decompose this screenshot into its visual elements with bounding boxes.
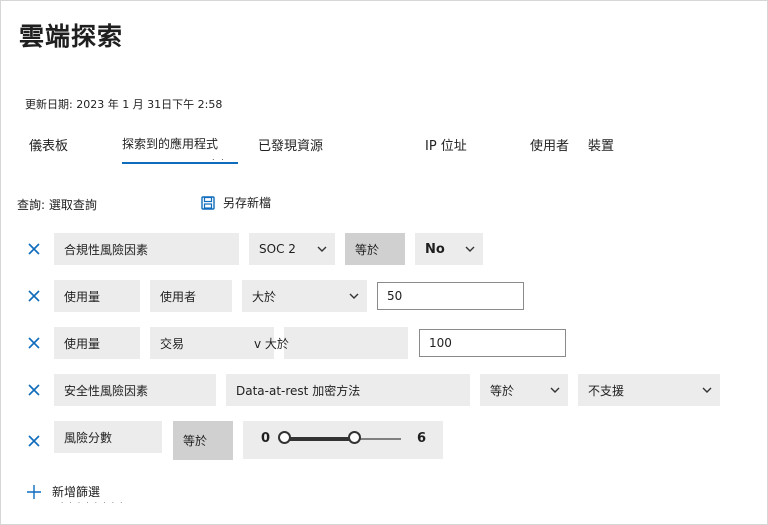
filter-1-sub-dropdown[interactable]: SOC 2	[249, 233, 335, 265]
chevron-down-icon	[465, 246, 475, 252]
filter-1-operator[interactable]: 等於	[345, 233, 405, 265]
slider-high-handle[interactable]	[348, 431, 361, 444]
floppy-disk-icon	[201, 195, 215, 210]
remove-filter-5-button[interactable]	[26, 433, 42, 449]
filter-1-field[interactable]: 合規性風險因素	[54, 233, 239, 265]
filter-3-value-input[interactable]: 100	[419, 329, 566, 357]
filter-2-field-label: 使用量	[64, 289, 101, 304]
filter-5-operator[interactable]: 等於	[173, 421, 233, 460]
filter-1-value-dropdown[interactable]: No	[415, 233, 483, 265]
filter-3-field-label: 使用量	[64, 336, 101, 351]
plus-icon	[26, 484, 42, 500]
cloud-discovery-panel: 雲端探索 更新日期: 2023 年 1 月 31日下午 2:58 儀表板 探索到…	[0, 0, 768, 525]
filter-4-field[interactable]: 安全性風險因素	[54, 374, 216, 406]
tab-devices[interactable]: 裝置	[588, 135, 614, 154]
filter-4-operator-dropdown[interactable]: 等於	[480, 374, 568, 406]
slider-max-value: 6	[417, 431, 427, 446]
remove-filter-1-button[interactable]	[26, 241, 42, 257]
filter-5-field-label: 風險分數	[64, 431, 113, 445]
remove-filter-3-button[interactable]	[26, 335, 42, 351]
filter-4-value-dropdown[interactable]: 不支援	[578, 374, 720, 406]
filter-2-sub-label: 使用者	[160, 289, 197, 304]
chevron-down-icon	[702, 387, 712, 393]
tab-users[interactable]: 使用者	[530, 135, 569, 154]
filter-4-sub-dropdown[interactable]: Data-at-rest 加密方法	[226, 374, 470, 406]
save-as-button[interactable]: 另存新檔	[201, 194, 271, 211]
filter-2-value-input[interactable]: 50	[377, 282, 524, 310]
filter-2-operator-dropdown[interactable]: 大於	[242, 280, 367, 312]
filter-2-field[interactable]: 使用量	[54, 280, 140, 312]
remove-filter-2-button[interactable]	[26, 288, 42, 304]
tab-discovered-apps[interactable]: 探索到的應用程式	[122, 135, 218, 152]
add-filter-overflow-dots: . . . . . . . .	[61, 497, 125, 505]
tab-dashboard[interactable]: 儀表板	[29, 135, 68, 154]
active-tab-indicator	[122, 162, 238, 164]
page-title: 雲端探索	[19, 22, 124, 51]
remove-filter-4-button[interactable]	[26, 382, 42, 398]
chevron-down-icon	[349, 293, 359, 299]
close-icon	[28, 384, 40, 396]
filter-1-sub-label: SOC 2	[259, 242, 296, 256]
filter-3-field[interactable]: 使用量	[54, 327, 140, 359]
filter-2-sub[interactable]: 使用者	[150, 280, 232, 312]
tab-ip-addresses[interactable]: IP 位址	[425, 135, 467, 154]
filter-1-field-label: 合規性風險因素	[64, 242, 149, 257]
tab-overflow-dots: . .	[212, 153, 226, 162]
filter-1-value-label: No	[425, 241, 445, 257]
last-updated-text: 更新日期: 2023 年 1 月 31日下午 2:58	[25, 98, 223, 111]
filter-4-field-label: 安全性風險因素	[64, 383, 149, 398]
tab-discovered-resources[interactable]: 已發現資源	[258, 135, 323, 154]
chevron-down-icon	[317, 246, 327, 252]
filter-4-operator-label: 等於	[490, 383, 515, 398]
filter-1-operator-label: 等於	[355, 242, 380, 257]
filter-3-operator-dropdown[interactable]: v 大於	[254, 327, 408, 359]
filter-4-sub-label: Data-at-rest 加密方法	[236, 383, 361, 398]
filter-4-value-label: 不支援	[588, 383, 625, 398]
save-as-label: 另存新檔	[223, 196, 272, 210]
filter-3-sub-label: 交易	[160, 336, 185, 351]
slider-min-value: 0	[261, 431, 271, 446]
close-icon	[28, 337, 40, 349]
filter-5-field[interactable]: 風險分數	[54, 421, 162, 453]
slider-selected-range	[285, 437, 355, 441]
close-icon	[28, 243, 40, 255]
chevron-down-icon	[550, 387, 560, 393]
query-selector[interactable]: 查詢: 選取查詢	[17, 196, 97, 213]
filter-2-operator-label: 大於	[252, 289, 277, 304]
filter-5-operator-label: 等於	[183, 434, 208, 448]
close-icon	[28, 290, 40, 302]
filter-3-operator-label: v 大於	[254, 336, 289, 351]
slider-low-handle[interactable]	[278, 431, 291, 444]
close-icon	[28, 435, 40, 447]
